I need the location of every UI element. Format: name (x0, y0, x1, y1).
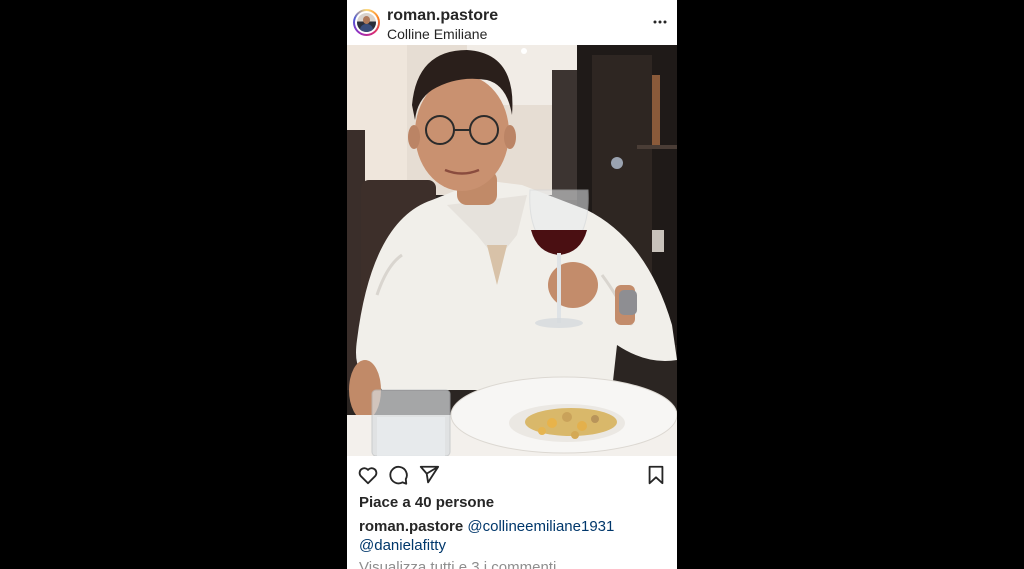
post-photo[interactable] (347, 45, 677, 456)
post-actions-bar (347, 458, 677, 492)
heart-icon[interactable] (357, 464, 379, 486)
caption-username[interactable]: roman.pastore (359, 518, 463, 535)
paper-plane-icon[interactable] (418, 464, 440, 486)
comment-bubble-icon[interactable] (387, 464, 409, 486)
post-username[interactable]: roman.pastore (387, 7, 498, 25)
avatar[interactable] (353, 9, 380, 36)
post-header: roman.pastore Colline Emiliane (347, 0, 677, 45)
view-comments-link[interactable]: Visualizza tutti e 3 i commenti (359, 558, 556, 569)
caption-mention[interactable]: @danielafitty (359, 537, 446, 554)
likes-count[interactable]: Piace a 40 persone (359, 494, 494, 512)
more-options-icon[interactable] (653, 14, 667, 28)
caption-mention[interactable]: @collineemiliane1931 (467, 518, 614, 535)
avatar-image (357, 13, 376, 32)
bookmark-icon[interactable] (645, 464, 667, 486)
post-caption: roman.pastore @collineemiliane1931 @dani… (359, 517, 669, 555)
post-location[interactable]: Colline Emiliane (387, 26, 487, 42)
instagram-post: roman.pastore Colline Emiliane Piace a 4… (347, 0, 677, 569)
